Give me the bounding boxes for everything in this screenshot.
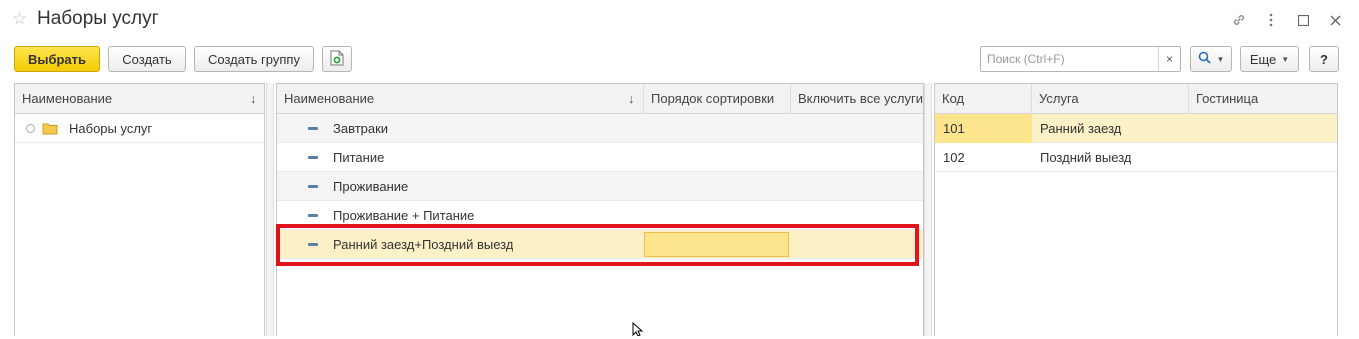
window-controls — [1223, 10, 1351, 30]
column-header-name[interactable]: Наименование — [15, 84, 264, 114]
favorite-star-icon[interactable]: ☆ — [12, 9, 27, 29]
service-sets-panel: Наименование ↓ Порядок сортировки Включи… — [276, 83, 924, 336]
window-title: Наборы услуг — [37, 8, 159, 29]
row-service: Ранний заезд — [1040, 121, 1122, 136]
column-header-sort-order[interactable]: Порядок сортировки — [644, 84, 791, 114]
table-row-selected[interactable]: Ранний заезд+Поздний выезд — [277, 230, 923, 259]
row-name: Ранний заезд+Поздний выезд — [333, 237, 514, 252]
sort-order-cell-editor[interactable] — [644, 232, 789, 257]
maximize-icon[interactable] — [1287, 10, 1319, 30]
link-icon[interactable] — [1223, 10, 1255, 30]
row-code: 101 — [935, 114, 1032, 143]
row-code: 102 — [943, 150, 965, 165]
create-group-button[interactable]: Создать группу — [194, 46, 314, 72]
table-row[interactable]: Проживание — [277, 172, 923, 201]
toolbar: Выбрать Создать Создать группу × ▼ Еще ▼… — [0, 46, 1359, 74]
dropdown-arrow-icon: ▼ — [1281, 54, 1290, 64]
more-button-label: Еще — [1249, 51, 1277, 67]
row-name: Питание — [333, 150, 385, 165]
table-row[interactable]: Проживание + Питание — [277, 201, 923, 230]
dropdown-arrow-icon: ▼ — [1216, 54, 1225, 64]
item-marker-icon — [308, 185, 318, 188]
column-header-include-all[interactable]: Включить все услуги — [791, 84, 923, 114]
folder-icon — [42, 121, 58, 138]
column-header-service[interactable]: Услуга — [1032, 84, 1189, 114]
table-row[interactable]: Завтраки — [277, 114, 923, 143]
row-name: Завтраки — [333, 121, 389, 136]
magnifier-icon — [1198, 51, 1212, 68]
search-field[interactable]: × — [980, 46, 1181, 72]
groups-tree-header: Наименование ↓ — [15, 84, 264, 114]
row-name: Проживание + Питание — [333, 208, 475, 223]
row-name: Проживание — [333, 179, 409, 194]
clear-search-button[interactable]: × — [1158, 47, 1180, 71]
search-input[interactable] — [981, 47, 1159, 71]
item-marker-icon — [308, 243, 318, 246]
search-options-button[interactable]: ▼ — [1190, 46, 1232, 72]
title-bar: ☆ Наборы услуг — [0, 0, 1359, 40]
item-marker-icon — [308, 214, 318, 217]
column-header-name[interactable]: Наименование — [277, 84, 644, 114]
mouse-cursor-icon — [632, 321, 644, 339]
close-icon[interactable] — [1319, 10, 1351, 30]
row-hotel — [1189, 143, 1197, 172]
tree-node-circle-icon — [26, 124, 35, 133]
table-row[interactable]: Питание — [277, 143, 923, 172]
select-button[interactable]: Выбрать — [14, 46, 100, 72]
service-sets-header: Наименование ↓ Порядок сортировки Включи… — [277, 84, 923, 114]
help-button[interactable]: ? — [1309, 46, 1339, 72]
tree-item-root[interactable]: Наборы услуг — [15, 114, 264, 143]
column-header-code[interactable]: Код — [935, 84, 1032, 114]
more-icon[interactable] — [1255, 10, 1287, 30]
row-service: Поздний выезд — [1040, 150, 1132, 165]
column-header-hotel[interactable]: Гостиница — [1189, 84, 1337, 114]
sort-down-icon: ↓ — [250, 91, 257, 106]
panel-splitter[interactable] — [266, 83, 274, 336]
item-marker-icon — [308, 156, 318, 159]
table-row[interactable]: 102 Поздний выезд — [935, 143, 1337, 172]
create-button[interactable]: Создать — [108, 46, 186, 72]
groups-tree-panel: Наименование ↓ Наборы услуг — [14, 83, 265, 336]
services-panel: Код Услуга Гостиница 101 Ранний заезд 10… — [934, 83, 1338, 336]
tree-item-label: Наборы услуг — [69, 121, 153, 136]
more-button[interactable]: Еще ▼ — [1240, 46, 1299, 72]
item-marker-icon — [308, 127, 318, 130]
panel-splitter[interactable] — [924, 83, 932, 336]
export-button[interactable] — [322, 46, 352, 72]
sort-down-icon: ↓ — [628, 91, 635, 106]
row-hotel — [1189, 114, 1197, 143]
services-header: Код Услуга Гостиница — [935, 84, 1337, 114]
spreadsheet-add-icon — [330, 50, 344, 69]
table-row-selected[interactable]: 101 Ранний заезд — [935, 114, 1337, 143]
